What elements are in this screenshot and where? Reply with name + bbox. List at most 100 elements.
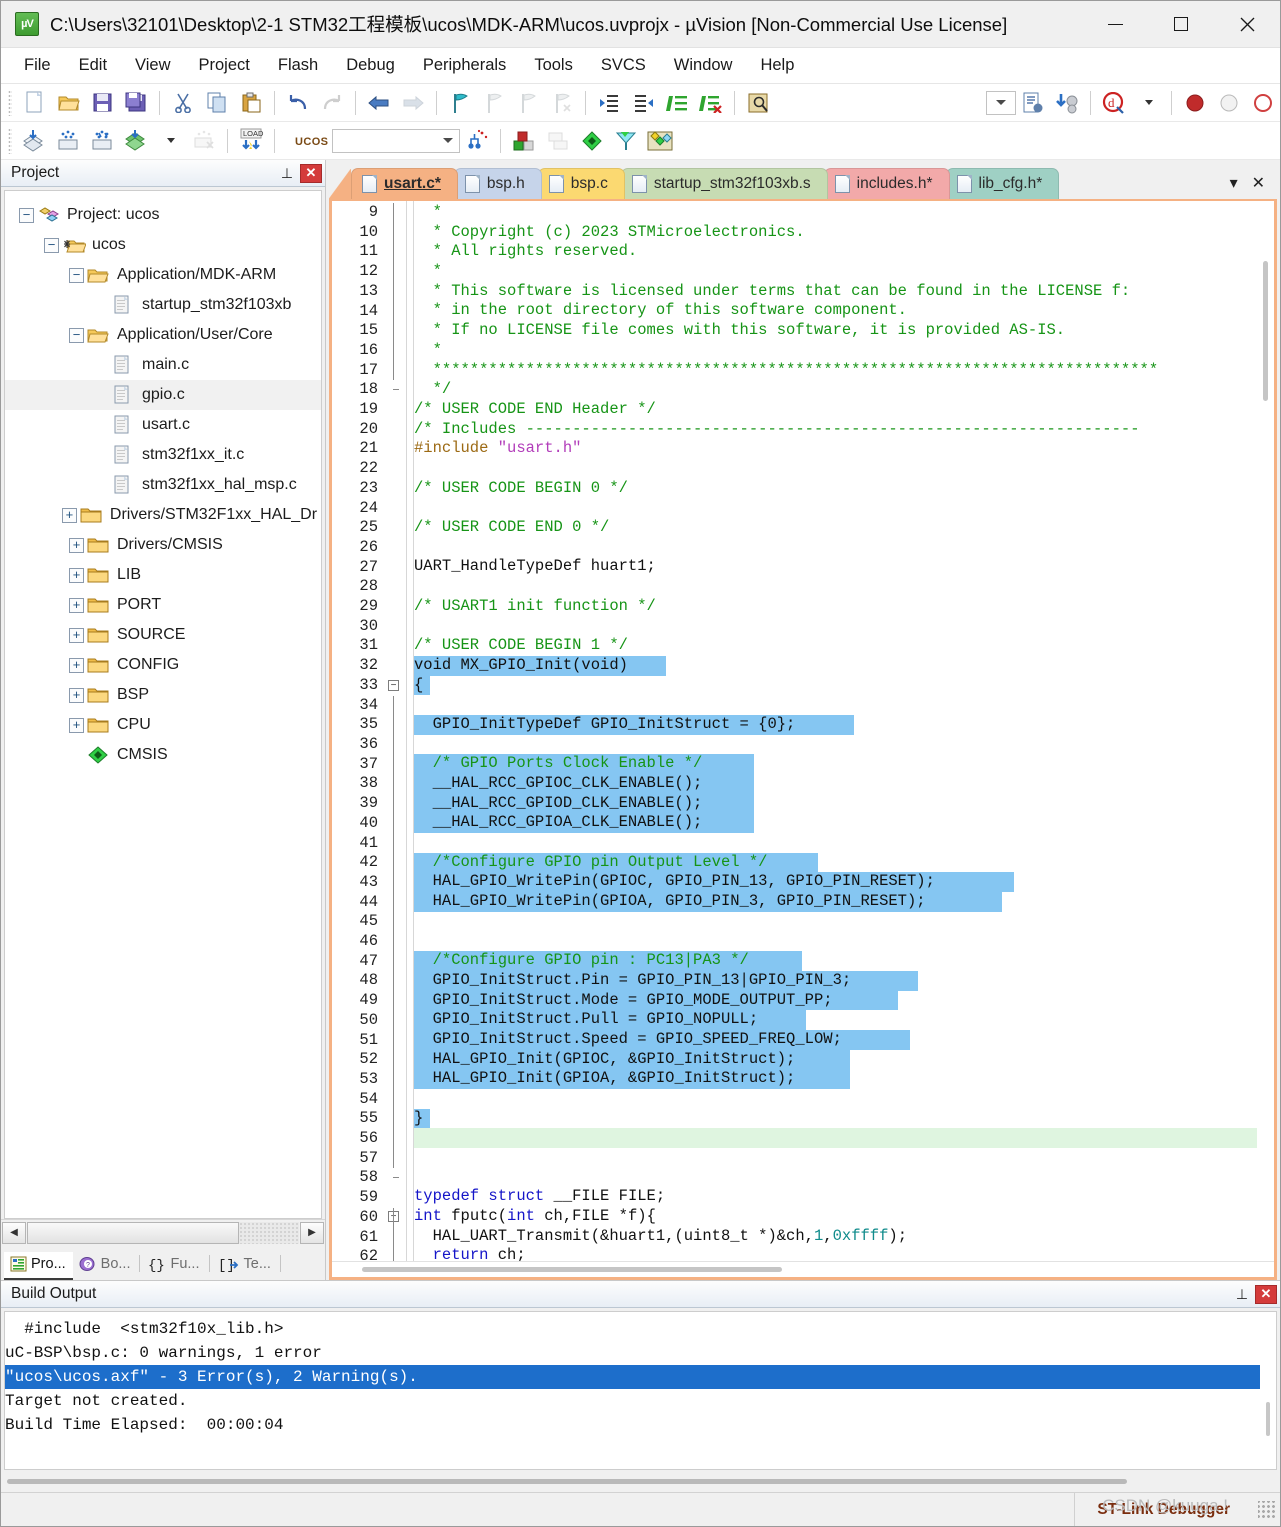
menu-peripherals[interactable]: Peripherals — [409, 52, 520, 79]
menu-svcs[interactable]: SVCS — [587, 52, 660, 79]
editor-tab-lib-cfg-h-[interactable]: lib_cfg.h* — [945, 168, 1060, 199]
close-button[interactable] — [1214, 1, 1280, 47]
editor-tab-usart-c-[interactable]: usart.c* — [351, 168, 458, 199]
menu-debug[interactable]: Debug — [332, 52, 409, 79]
menu-help[interactable]: Help — [746, 52, 808, 79]
expand-icon[interactable]: + — [69, 567, 84, 583]
target-combo[interactable] — [332, 128, 461, 153]
translate-icon[interactable] — [18, 126, 50, 156]
undo-icon[interactable] — [282, 88, 314, 118]
resize-grip[interactable] — [1258, 1500, 1276, 1519]
build-hscroll-thumb[interactable] — [7, 1478, 1127, 1484]
code-vertical-scrollbar[interactable] — [1257, 201, 1274, 1261]
build-output-line[interactable]: Build Time Elapsed: 00:00:04 — [5, 1413, 1260, 1437]
menu-edit[interactable]: Edit — [65, 52, 121, 79]
tab-books[interactable]: ? Bo... — [73, 1252, 138, 1280]
debug-download-icon[interactable] — [1051, 88, 1083, 118]
download-load-icon[interactable]: LOAD — [235, 126, 267, 156]
copy-icon[interactable] — [201, 88, 233, 118]
target-options-icon[interactable] — [461, 126, 493, 156]
build-pin-icon[interactable]: ⊥ — [1232, 1286, 1252, 1303]
batch-build-icon[interactable] — [120, 126, 152, 156]
open-file-icon[interactable] — [52, 88, 84, 118]
indent-right-icon[interactable] — [593, 88, 625, 118]
collapse-icon[interactable]: − — [69, 327, 84, 343]
expand-icon[interactable]: + — [69, 537, 84, 553]
tree-item-port[interactable]: + PORT — [5, 590, 321, 620]
scroll-left-icon[interactable]: ◀ — [2, 1221, 26, 1244]
pin-icon[interactable]: ⊥ — [277, 165, 297, 182]
code-horizontal-scrollbar[interactable] — [332, 1261, 1274, 1277]
tab-functions[interactable]: {} Fu... — [142, 1252, 206, 1280]
project-panel-close-icon[interactable]: ✕ — [300, 163, 322, 183]
tree-item-cpu[interactable]: + CPU — [5, 710, 321, 740]
build-output-line[interactable]: #include <stm32f10x_lib.h> — [5, 1317, 1260, 1341]
menu-flash[interactable]: Flash — [264, 52, 332, 79]
expand-icon[interactable]: + — [61, 507, 77, 523]
close-icon[interactable]: ✕ — [1252, 173, 1265, 193]
expand-icon[interactable]: + — [69, 687, 84, 703]
editor-tab-includes-h-[interactable]: includes.h* — [823, 168, 950, 199]
comment-lines-icon[interactable] — [661, 88, 693, 118]
toolbar-grip[interactable] — [8, 89, 12, 116]
breakpoint-kill-icon[interactable] — [1247, 88, 1279, 118]
manage-components-icon[interactable] — [508, 126, 540, 156]
configure-icon[interactable] — [1017, 88, 1049, 118]
build-toolbar-grip[interactable] — [8, 127, 12, 154]
indent-left-icon[interactable] — [627, 88, 659, 118]
new-file-icon[interactable] — [18, 88, 50, 118]
manage-layers-icon[interactable] — [542, 126, 574, 156]
menu-project[interactable]: Project — [185, 52, 264, 79]
chevron-down-icon[interactable]: ▾ — [1230, 173, 1238, 193]
tab-templates[interactable]: [] Te... — [212, 1252, 278, 1280]
tree-item-lib[interactable]: + LIB — [5, 560, 321, 590]
scroll-right-icon[interactable]: ▶ — [300, 1221, 324, 1244]
tree-item-gpio-c[interactable]: gpio.c — [5, 380, 321, 410]
editor-tab-startup-stm32f103xb-s[interactable]: startup_stm32f103xb.s — [620, 168, 828, 199]
cut-icon[interactable] — [167, 88, 199, 118]
tree-item-stm32f1xx-it-c[interactable]: stm32f1xx_it.c — [5, 440, 321, 470]
tree-item-drivers-stm32f1xx-hal-driver[interactable]: + Drivers/STM32F1xx_HAL_Driver — [5, 500, 321, 530]
tree-item-drivers-cmsis[interactable]: + Drivers/CMSIS — [5, 530, 321, 560]
build-output-line[interactable]: uC-BSP\bsp.c: 0 warnings, 1 error — [5, 1341, 1260, 1365]
menu-window[interactable]: Window — [660, 52, 747, 79]
collapse-icon[interactable]: − — [69, 267, 84, 283]
project-tree-hscrollbar[interactable]: ◀ ▶ — [1, 1219, 325, 1245]
save-icon[interactable] — [86, 88, 118, 118]
tab-project[interactable]: Pro... — [4, 1252, 73, 1280]
tree-item-main-c[interactable]: main.c — [5, 350, 321, 380]
bookmark-next-icon[interactable] — [512, 88, 544, 118]
tree-item-project-ucos[interactable]: − Project: ucos — [5, 200, 321, 230]
expand-icon[interactable]: + — [69, 717, 84, 733]
fold-toggle-icon[interactable]: − — [388, 679, 399, 691]
build-icon[interactable] — [52, 126, 84, 156]
minimize-button[interactable] — [1082, 1, 1148, 47]
forward-icon[interactable] — [397, 88, 429, 118]
tree-item-cmsis[interactable]: CMSIS — [5, 740, 321, 770]
editor-tab-bsp-h[interactable]: bsp.h — [453, 168, 542, 199]
select-software-packs-icon[interactable] — [610, 126, 642, 156]
menu-tools[interactable]: Tools — [520, 52, 587, 79]
tree-item-bsp[interactable]: + BSP — [5, 680, 321, 710]
menu-file[interactable]: File — [10, 52, 65, 79]
tree-item-application-user-core[interactable]: − Application/User/Core — [5, 320, 321, 350]
menu-view[interactable]: View — [121, 52, 184, 79]
collapse-icon[interactable]: − — [44, 237, 59, 253]
tree-item-startup-stm32f103xb[interactable]: startup_stm32f103xb — [5, 290, 321, 320]
find-in-files-icon[interactable] — [742, 88, 774, 118]
expand-icon[interactable]: + — [69, 597, 84, 613]
tree-item-source[interactable]: + SOURCE — [5, 620, 321, 650]
target-selector[interactable]: ucos — [295, 132, 328, 149]
paste-icon[interactable] — [235, 88, 267, 118]
pack-installer-icon[interactable] — [576, 126, 608, 156]
code-view[interactable]: 9 10 11 12 13 14 15 16 17 18 19 20 21 22 23 24 25 26 27 28 2… — [332, 201, 1274, 1261]
save-all-icon[interactable] — [120, 88, 152, 118]
tree-item-config[interactable]: + CONFIG — [5, 650, 321, 680]
tree-item-usart-c[interactable]: usart.c — [5, 410, 321, 440]
manage-runtime-env-icon[interactable] — [644, 126, 676, 156]
breakpoint-disabled-icon[interactable] — [1213, 88, 1245, 118]
build-vertical-scrollbar[interactable] — [1260, 1312, 1276, 1469]
batch-build-dropdown-icon[interactable] — [154, 126, 186, 156]
build-horizontal-scrollbar[interactable] — [1, 1470, 1280, 1492]
hscroll-track[interactable] — [27, 1221, 299, 1244]
